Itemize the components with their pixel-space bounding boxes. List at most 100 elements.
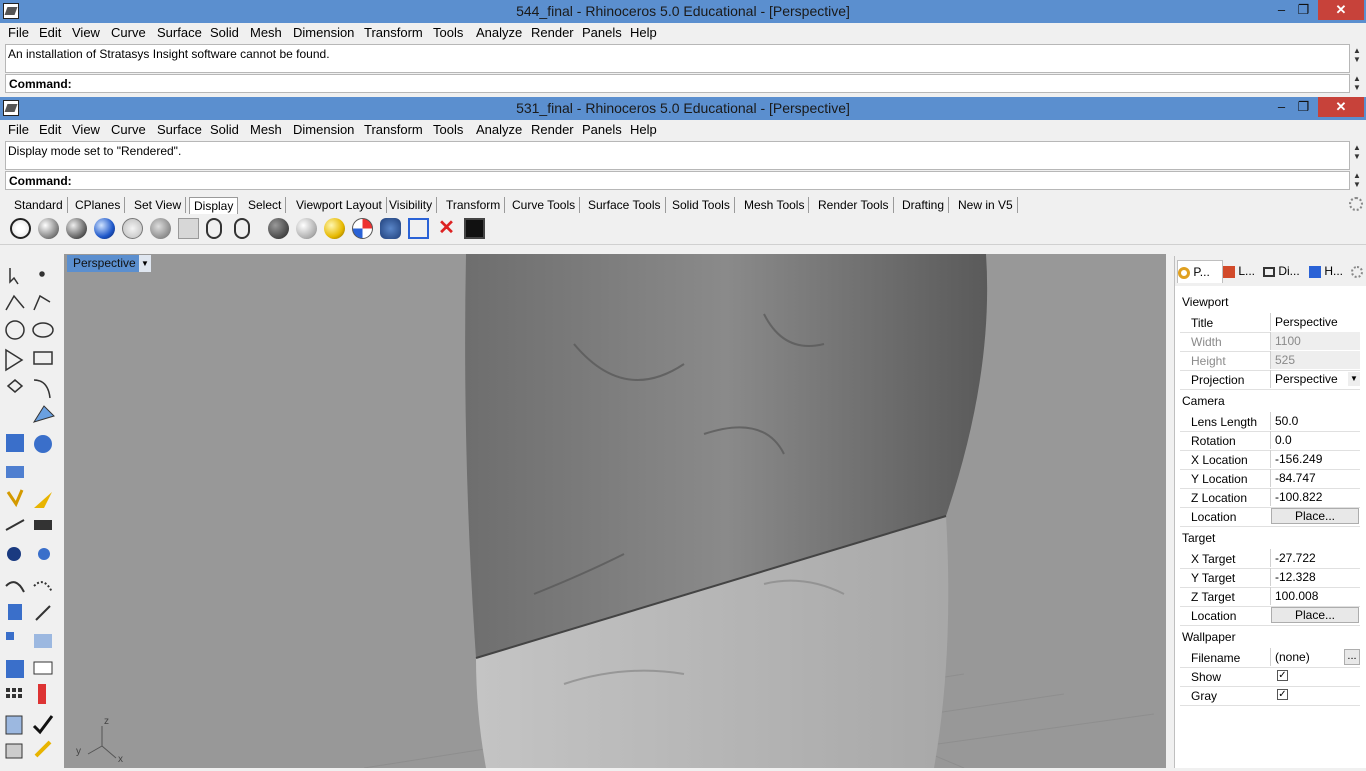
tab-cplanes[interactable]: CPlanes: [71, 197, 126, 213]
tab-display[interactable]: Di...: [1263, 260, 1307, 282]
maximize-icon[interactable]: ❐: [1290, 0, 1317, 20]
tab-transform[interactable]: Transform: [442, 197, 506, 213]
tab-properties[interactable]: P...: [1177, 260, 1223, 283]
tab-layers[interactable]: L...: [1223, 260, 1263, 282]
menu-view[interactable]: View: [72, 122, 100, 137]
history-scrollbar[interactable]: ▲ ▼: [1351, 46, 1363, 74]
menu-render[interactable]: Render: [531, 122, 574, 137]
close-icon[interactable]: ✕: [1318, 97, 1364, 117]
tool-icons[interactable]: [0, 256, 64, 768]
place-button[interactable]: Place...: [1271, 508, 1359, 524]
menu-transform[interactable]: Transform: [364, 122, 423, 137]
menu-edit[interactable]: Edit: [39, 122, 61, 137]
globe-icon[interactable]: [268, 218, 289, 239]
menu-render[interactable]: Render: [531, 25, 574, 40]
tab-curve-tools[interactable]: Curve Tools: [508, 197, 581, 213]
prop-filename[interactable]: Filename (none)...: [1180, 648, 1360, 668]
window1-command-line[interactable]: Command:: [5, 74, 1350, 93]
maximize-icon[interactable]: ❐: [1290, 97, 1317, 117]
prop-z-target[interactable]: Z Target 100.008: [1180, 587, 1360, 607]
menu-dimension[interactable]: Dimension: [293, 25, 354, 40]
tab-drafting[interactable]: Drafting: [898, 197, 950, 213]
menu-transform[interactable]: Transform: [364, 25, 423, 40]
prop-value[interactable]: 0.0: [1270, 431, 1360, 449]
window2-titlebar[interactable]: 531_final - Rhinoceros 5.0 Educational -…: [0, 97, 1366, 120]
camera-icon[interactable]: [380, 218, 401, 239]
tab-help[interactable]: H...: [1309, 260, 1349, 282]
menu-panels[interactable]: Panels: [582, 25, 622, 40]
projection-select[interactable]: Perspective: [1270, 370, 1360, 388]
command-spinner[interactable]: ▲ ▼: [1351, 171, 1363, 189]
prop-value[interactable]: -100.822: [1270, 488, 1360, 506]
menu-surface[interactable]: Surface: [157, 25, 202, 40]
menu-mesh[interactable]: Mesh: [250, 25, 282, 40]
shaded-icon[interactable]: [38, 218, 59, 239]
wireframe-icon[interactable]: [10, 218, 31, 239]
tab-viewport-layout[interactable]: Viewport Layout: [292, 197, 387, 213]
pen-icon[interactable]: [234, 218, 250, 239]
viewport-perspective[interactable]: Perspective ▼ z y x: [64, 254, 1166, 768]
menu-solid[interactable]: Solid: [210, 25, 239, 40]
menu-tools[interactable]: Tools: [433, 25, 463, 40]
prop-value[interactable]: -84.747: [1270, 469, 1360, 487]
browse-button[interactable]: ...: [1344, 649, 1360, 665]
prop-value[interactable]: -27.722: [1270, 549, 1360, 567]
prop-title[interactable]: Title Perspective: [1180, 313, 1360, 333]
prop-rotation[interactable]: Rotation 0.0: [1180, 431, 1360, 451]
menu-analyze[interactable]: Analyze: [476, 122, 522, 137]
menu-curve[interactable]: Curve: [111, 122, 146, 137]
tab-select[interactable]: Select: [244, 197, 287, 213]
tab-surface-tools[interactable]: Surface Tools: [584, 197, 666, 213]
menu-solid[interactable]: Solid: [210, 122, 239, 137]
lights-off-icon[interactable]: ✕: [436, 218, 457, 239]
menu-mesh[interactable]: Mesh: [250, 122, 282, 137]
tab-standard[interactable]: Standard: [10, 197, 68, 213]
prop-x-target[interactable]: X Target -27.722: [1180, 549, 1360, 569]
sphere-icon[interactable]: [296, 218, 317, 239]
tab-set-view[interactable]: Set View: [130, 197, 187, 213]
menu-panels[interactable]: Panels: [582, 122, 622, 137]
menu-help[interactable]: Help: [630, 25, 657, 40]
menu-file[interactable]: File: [8, 25, 29, 40]
prop-value[interactable]: 100.008: [1270, 587, 1360, 605]
gold-sphere-icon[interactable]: [324, 218, 345, 239]
history-scrollbar[interactable]: ▲ ▼: [1351, 143, 1363, 171]
prop-y-target[interactable]: Y Target -12.328: [1180, 568, 1360, 588]
prop-value[interactable]: -156.249: [1270, 450, 1360, 468]
window1-titlebar[interactable]: 544_final - Rhinoceros 5.0 Educational -…: [0, 0, 1366, 23]
prop-lens-length[interactable]: Lens Length 50.0: [1180, 412, 1360, 432]
menu-help[interactable]: Help: [630, 122, 657, 137]
prop-value[interactable]: 50.0: [1270, 412, 1360, 430]
close-icon[interactable]: ✕: [1318, 0, 1364, 20]
artistic-icon[interactable]: [206, 218, 222, 239]
prop-projection[interactable]: Projection Perspective ▼: [1180, 370, 1360, 390]
gray-checkbox[interactable]: ✓: [1277, 689, 1288, 700]
tab-solid-tools[interactable]: Solid Tools: [668, 197, 735, 213]
rendered-blue-icon[interactable]: [94, 218, 115, 239]
prop-x-location[interactable]: X Location -156.249: [1180, 450, 1360, 470]
monitor-icon[interactable]: [464, 218, 485, 239]
gear-icon[interactable]: [1351, 266, 1363, 278]
menu-surface[interactable]: Surface: [157, 122, 202, 137]
tab-render-tools[interactable]: Render Tools: [814, 197, 894, 213]
menu-curve[interactable]: Curve: [111, 25, 146, 40]
prop-value[interactable]: (none): [1270, 648, 1342, 666]
tab-display[interactable]: Display: [189, 197, 239, 214]
capture-icon[interactable]: [408, 218, 429, 239]
prop-y-location[interactable]: Y Location -84.747: [1180, 469, 1360, 489]
window2-command-line[interactable]: Command:: [5, 171, 1350, 190]
technical-icon[interactable]: [178, 218, 199, 239]
chevron-down-icon[interactable]: ▼: [139, 255, 151, 272]
gear-icon[interactable]: [1349, 197, 1363, 211]
command-spinner[interactable]: ▲ ▼: [1351, 74, 1363, 92]
prop-z-location[interactable]: Z Location -100.822: [1180, 488, 1360, 508]
prop-value[interactable]: Perspective: [1270, 313, 1360, 331]
menu-dimension[interactable]: Dimension: [293, 122, 354, 137]
menu-view[interactable]: View: [72, 25, 100, 40]
menu-analyze[interactable]: Analyze: [476, 25, 522, 40]
prop-value[interactable]: -12.328: [1270, 568, 1360, 586]
show-checkbox[interactable]: ✓: [1277, 670, 1288, 681]
xray-icon[interactable]: [150, 218, 171, 239]
tab-visibility[interactable]: Visibility: [385, 197, 438, 213]
menu-edit[interactable]: Edit: [39, 25, 61, 40]
